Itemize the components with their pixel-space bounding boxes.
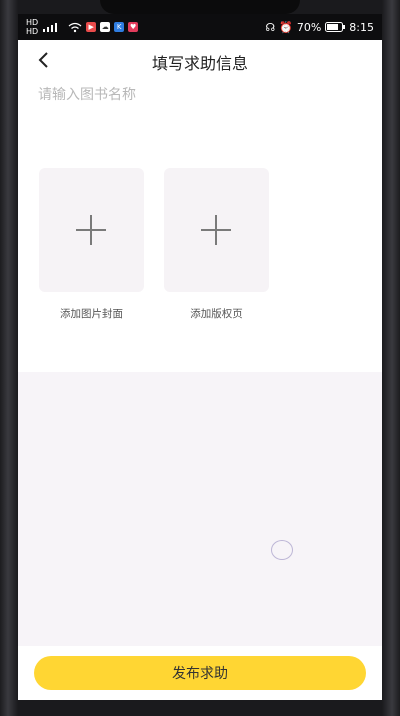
status-bar: HD HD ▶ ☁ K ♥ ☊ ⏰ 70% 8:15 <box>18 14 382 40</box>
sim-indicator: HD HD <box>26 18 38 36</box>
status-left: HD HD ▶ ☁ K ♥ <box>26 18 139 36</box>
add-cover-image-caption: 添加图片封面 <box>60 308 123 320</box>
touch-indicator <box>271 540 293 560</box>
heart-app-icon: ♥ <box>128 22 139 32</box>
battery-icon <box>325 22 346 32</box>
sim-1-label: HD <box>26 18 39 27</box>
phone-notch <box>100 0 300 14</box>
app-bar: 填写求助信息 <box>18 40 382 82</box>
app-screen: 填写求助信息 请输入图书名称 添加图片封面 添加版权页 发布求助 <box>18 40 382 700</box>
plus-icon <box>76 215 106 245</box>
bottom-action-bar: 发布求助 <box>18 646 382 700</box>
wifi-icon <box>68 22 82 33</box>
add-copyright-page-tile[interactable] <box>164 168 269 292</box>
app-k-icon: K <box>114 22 125 32</box>
plus-icon <box>201 215 231 245</box>
add-copyright-page-caption: 添加版权页 <box>190 308 243 320</box>
clock: 8:15 <box>349 20 374 34</box>
add-cover-image-tile[interactable] <box>39 168 144 292</box>
cloud-icon: ☁ <box>100 22 111 32</box>
signal-icon <box>43 23 58 32</box>
headphone-icon: ☊ <box>265 20 276 34</box>
book-name-input[interactable]: 请输入图书名称 <box>38 84 358 106</box>
status-right: ☊ ⏰ 70% 8:15 <box>265 21 374 34</box>
battery-percent: 70% <box>296 20 322 34</box>
sim-2-label: HD <box>26 27 39 36</box>
alarm-icon: ⏰ <box>279 20 293 34</box>
page-title: 填写求助信息 <box>151 54 248 73</box>
publish-request-button[interactable]: 发布求助 <box>34 656 366 690</box>
video-app-icon: ▶ <box>86 22 97 32</box>
